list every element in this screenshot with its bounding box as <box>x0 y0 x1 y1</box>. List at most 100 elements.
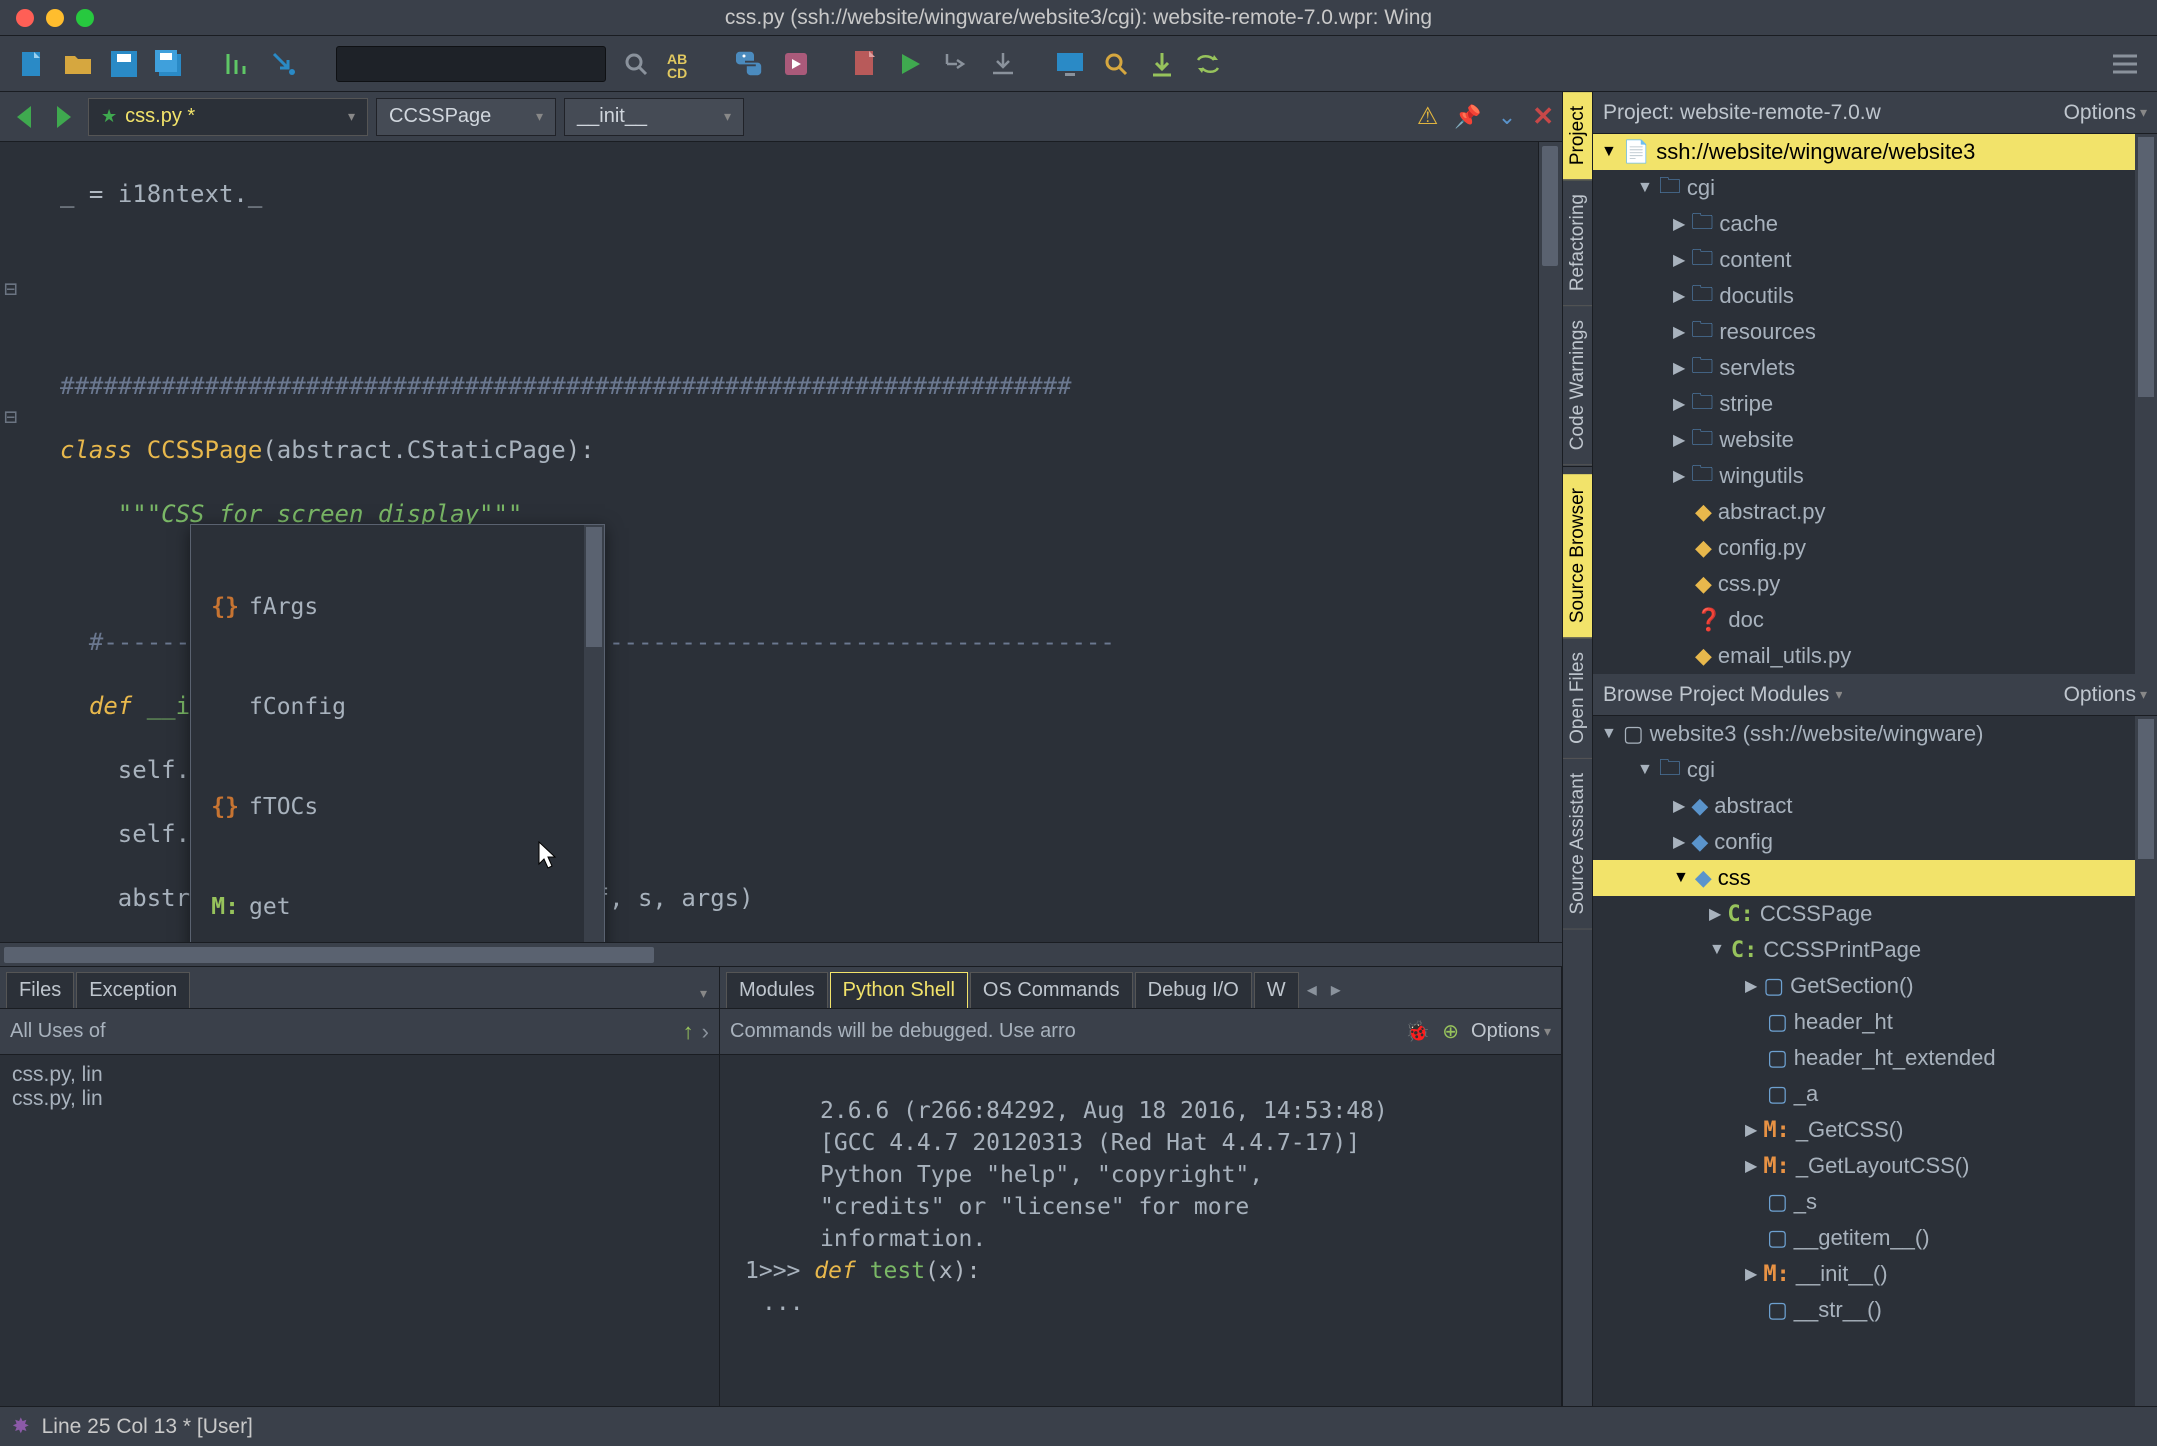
tree-node[interactable]: 🗀cgi <box>1593 170 2157 206</box>
editor-tab[interactable]: ★ css.py * ▾ <box>88 98 368 136</box>
warning-icon[interactable]: ⚠ <box>1417 102 1439 131</box>
tree-node[interactable]: M:_GetLayoutCSS() <box>1593 1148 2157 1184</box>
tree-node[interactable]: ▢header_ht <box>1593 1004 2157 1040</box>
tree-node[interactable]: 🗀website <box>1593 422 2157 458</box>
options-button[interactable]: Options ▾ <box>1471 1020 1551 1043</box>
open-file-icon[interactable] <box>62 48 94 80</box>
tab-python-shell[interactable]: Python Shell <box>830 972 968 1008</box>
tree-node[interactable]: ◆css <box>1593 860 2157 896</box>
disclosure-icon[interactable] <box>1673 796 1685 816</box>
tab-exceptions[interactable]: Exception <box>76 972 190 1008</box>
tree-root[interactable]: ▢ website3 (ssh://website/wingware) <box>1593 716 2157 752</box>
disclosure-icon[interactable] <box>1709 904 1721 924</box>
monitor-icon[interactable] <box>1054 48 1086 80</box>
source-browser-title[interactable]: Browse Project Modules ▾ <box>1603 683 1842 707</box>
class-selector[interactable]: CCSSPage ▾ <box>376 98 556 136</box>
collapse-icon[interactable]: ⌄ <box>1498 104 1516 130</box>
disclosure-icon[interactable] <box>1637 179 1653 197</box>
tab-overflow[interactable]: W <box>1254 972 1299 1008</box>
tab-debug-io[interactable]: Debug I/O <box>1135 972 1252 1008</box>
method-selector[interactable]: __init__ ▾ <box>564 98 744 136</box>
disclosure-icon[interactable] <box>1601 143 1617 161</box>
new-file-icon[interactable] <box>16 48 48 80</box>
save-all-icon[interactable] <box>154 48 186 80</box>
disclosure-icon[interactable] <box>1745 1156 1757 1176</box>
disclosure-icon[interactable] <box>1673 286 1685 306</box>
disclosure-icon[interactable] <box>1745 1264 1757 1284</box>
autocomplete-item[interactable]: M:get <box>191 889 604 925</box>
editor-hscrollbar[interactable] <box>0 942 1562 966</box>
step-icon[interactable] <box>940 48 972 80</box>
tree-node[interactable]: ▢header_ht_extended <box>1593 1040 2157 1076</box>
disclosure-icon[interactable] <box>1673 214 1685 234</box>
save-file-icon[interactable] <box>108 48 140 80</box>
disclosure-icon[interactable] <box>1745 1120 1757 1140</box>
pin-icon[interactable]: 📌 <box>1454 104 1481 130</box>
tree-node[interactable]: ◆email_utils.py <box>1593 638 2157 674</box>
bug-icon[interactable]: 🐞 <box>1405 1019 1430 1044</box>
project-tree[interactable]: 📄 ssh://website/wingware/website3 🗀cgi🗀c… <box>1593 134 2157 674</box>
autocomplete-scrollbar[interactable] <box>584 525 604 942</box>
autocomplete-item[interactable]: fConfig <box>191 689 604 725</box>
disclosure-icon[interactable] <box>1637 761 1653 779</box>
disclosure-icon[interactable] <box>1673 832 1685 852</box>
disclosure-icon[interactable] <box>1673 394 1685 414</box>
source-browser-tree[interactable]: ▢ website3 (ssh://website/wingware) 🗀cgi… <box>1593 716 2157 1406</box>
tab-scroll-left-icon[interactable]: ◂ <box>1301 971 1323 1008</box>
nav-back-button[interactable] <box>8 101 40 133</box>
bug-icon[interactable]: ✸ <box>12 1414 30 1439</box>
tab-modules[interactable]: Modules <box>726 972 828 1008</box>
search-icon[interactable] <box>620 48 652 80</box>
tree-node[interactable]: M:_GetCSS() <box>1593 1112 2157 1148</box>
tree-node[interactable]: ❓doc <box>1593 602 2157 638</box>
python-shell[interactable]: 2.6.6 (r266:84292, Aug 18 2016, 14:53:48… <box>720 1055 1561 1406</box>
find-replace-icon[interactable]: ABCD <box>666 48 698 80</box>
sync-icon[interactable] <box>1192 48 1224 80</box>
list-item[interactable]: css.py, lin <box>12 1063 707 1087</box>
step-into-icon[interactable] <box>986 48 1018 80</box>
disclosure-icon[interactable] <box>1673 250 1685 270</box>
tree-node[interactable]: 🗀stripe <box>1593 386 2157 422</box>
autocomplete-item[interactable]: {}fTOCs <box>191 789 604 825</box>
search-source-icon[interactable] <box>1100 48 1132 80</box>
search-input[interactable] <box>336 46 606 82</box>
disclosure-icon[interactable] <box>1673 466 1685 486</box>
disclosure-icon[interactable] <box>1673 322 1685 342</box>
tree-node[interactable]: ▢_s <box>1593 1184 2157 1220</box>
tree-node[interactable]: C:CCSSPrintPage <box>1593 932 2157 968</box>
tree-node[interactable]: ◆abstract.py <box>1593 494 2157 530</box>
list-item[interactable]: css.py, lin <box>12 1087 707 1111</box>
disclosure-icon[interactable] <box>1745 976 1757 996</box>
tree-scrollbar[interactable] <box>2135 716 2157 1406</box>
python-icon[interactable] <box>734 48 766 80</box>
disclosure-icon[interactable] <box>1673 358 1685 378</box>
tree-node[interactable]: 🗀docutils <box>1593 278 2157 314</box>
indent-guide-icon[interactable] <box>222 48 254 80</box>
vtab-code-warnings[interactable]: Code Warnings <box>1563 306 1592 465</box>
tree-node[interactable]: ◆abstract <box>1593 788 2157 824</box>
tree-node[interactable]: ◆config.py <box>1593 530 2157 566</box>
vtab-refactoring[interactable]: Refactoring <box>1563 180 1592 306</box>
tree-node[interactable]: ▢__getitem__() <box>1593 1220 2157 1256</box>
close-editor-icon[interactable]: ✕ <box>1532 101 1554 132</box>
editor-vscrollbar[interactable] <box>1538 142 1562 942</box>
tree-node[interactable]: C:CCSSPage <box>1593 896 2157 932</box>
nav-forward-button[interactable] <box>48 101 80 133</box>
tree-node[interactable]: 🗀wingutils <box>1593 458 2157 494</box>
up-arrow-icon[interactable]: ↑ <box>683 1019 694 1045</box>
tree-node[interactable]: ▢_a <box>1593 1076 2157 1112</box>
tree-node[interactable]: 🗀cache <box>1593 206 2157 242</box>
tree-node[interactable]: 🗀servlets <box>1593 350 2157 386</box>
disclosure-icon[interactable] <box>1673 430 1685 450</box>
tree-root[interactable]: 📄 ssh://website/wingware/website3 <box>1593 134 2157 170</box>
tree-node[interactable]: 🗀content <box>1593 242 2157 278</box>
tree-node[interactable]: ◆css.py <box>1593 566 2157 602</box>
debug-icon[interactable] <box>848 48 880 80</box>
options-button[interactable]: Options ▾ <box>2064 683 2147 707</box>
goto-icon[interactable] <box>268 48 300 80</box>
code-editor[interactable]: _ = i18ntext._ #########################… <box>0 142 1562 942</box>
tree-node[interactable]: M:__init__() <box>1593 1256 2157 1292</box>
vtab-source-assistant[interactable]: Source Assistant <box>1563 759 1592 930</box>
menu-icon[interactable] <box>2109 48 2141 80</box>
clear-icon[interactable]: ⊕ <box>1442 1019 1459 1044</box>
